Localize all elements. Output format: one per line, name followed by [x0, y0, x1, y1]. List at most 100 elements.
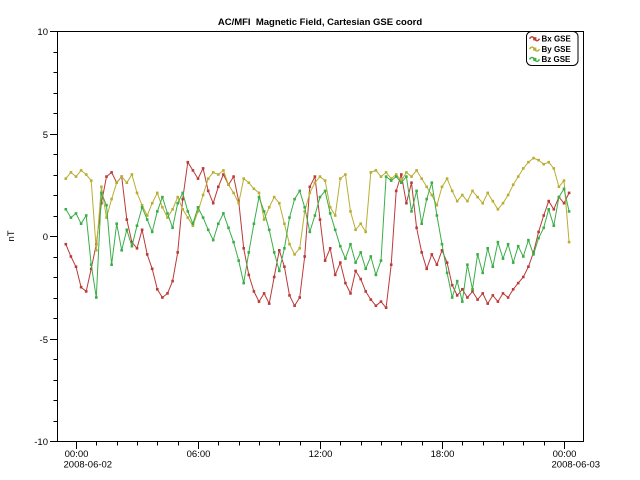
data-point [166, 292, 169, 295]
data-point [126, 229, 129, 232]
data-point [95, 249, 98, 252]
data-point [161, 296, 164, 299]
data-point [415, 190, 418, 193]
data-point [126, 181, 129, 184]
data-point [425, 198, 428, 201]
data-point [319, 218, 322, 221]
data-point [339, 261, 342, 264]
data-point [522, 255, 525, 258]
data-point [364, 231, 367, 234]
data-point [176, 251, 179, 254]
data-point [268, 229, 271, 232]
data-point [512, 261, 515, 264]
data-point [70, 216, 73, 219]
x-tick-label: 18:00 [431, 449, 455, 460]
data-point [385, 306, 388, 309]
data-point [385, 175, 388, 178]
data-point [237, 202, 240, 205]
data-point [420, 222, 423, 225]
data-point [324, 259, 327, 262]
data-point [537, 237, 540, 240]
data-point [329, 212, 332, 215]
data-point [136, 224, 139, 227]
data-point [309, 231, 312, 234]
data-point [146, 253, 149, 256]
data-point [390, 263, 393, 266]
data-point [120, 175, 123, 178]
data-point [349, 292, 352, 295]
data-point [344, 282, 347, 285]
data-point [527, 265, 530, 268]
data-point [375, 304, 378, 307]
data-point [436, 214, 439, 217]
data-point [502, 257, 505, 260]
data-point [532, 157, 535, 160]
data-point [268, 302, 271, 305]
data-point [278, 270, 281, 273]
data-point [456, 280, 459, 283]
data-point [542, 163, 545, 166]
data-point [359, 251, 362, 254]
data-point [303, 255, 306, 258]
data-point [466, 200, 469, 203]
data-point [126, 218, 129, 221]
data-point [461, 300, 464, 303]
data-point [110, 263, 113, 266]
data-point [410, 181, 413, 184]
data-point [537, 231, 540, 234]
data-point [187, 210, 190, 213]
data-point [451, 296, 454, 299]
data-point [553, 208, 556, 211]
data-point [420, 251, 423, 254]
data-point [207, 190, 210, 193]
data-point [278, 202, 281, 205]
data-point [558, 186, 561, 189]
data-point [563, 202, 566, 205]
data-point [242, 177, 245, 180]
data-point [314, 181, 317, 184]
data-point [298, 247, 301, 250]
data-point [232, 241, 235, 244]
data-point [364, 290, 367, 293]
data-point [136, 247, 139, 250]
x-tick-label: 06:00 [187, 449, 211, 460]
data-point [512, 183, 515, 186]
data-point [85, 173, 88, 176]
data-point [298, 296, 301, 299]
data-point [481, 272, 484, 275]
data-point [497, 300, 500, 303]
data-point [161, 196, 164, 199]
data-point [425, 268, 428, 271]
data-point [80, 169, 83, 172]
x-date-label: 2008-06-03 [552, 460, 601, 471]
data-point [131, 245, 134, 248]
chart-title: AC/MFI Magnetic Field, Cartesian GSE coo… [218, 17, 422, 28]
data-point [253, 188, 256, 191]
data-point [288, 294, 291, 297]
data-point [527, 239, 530, 242]
data-point [359, 278, 362, 281]
data-point [492, 200, 495, 203]
data-point [547, 208, 550, 211]
data-point [405, 202, 408, 205]
data-point [156, 192, 159, 195]
data-point [517, 175, 520, 178]
data-point [410, 175, 413, 178]
data-point [451, 284, 454, 287]
data-point [65, 243, 68, 246]
data-point [105, 175, 108, 178]
data-point [329, 247, 332, 250]
data-point [263, 292, 266, 295]
data-point [258, 196, 261, 199]
data-point [242, 282, 245, 285]
data-point [431, 181, 434, 184]
data-point [70, 171, 73, 174]
data-point [527, 161, 530, 164]
data-point [517, 245, 520, 248]
data-point [415, 227, 418, 230]
data-point [85, 290, 88, 293]
data-point [456, 200, 459, 203]
data-point [212, 239, 215, 242]
data-point [334, 214, 337, 217]
data-point [375, 274, 378, 277]
